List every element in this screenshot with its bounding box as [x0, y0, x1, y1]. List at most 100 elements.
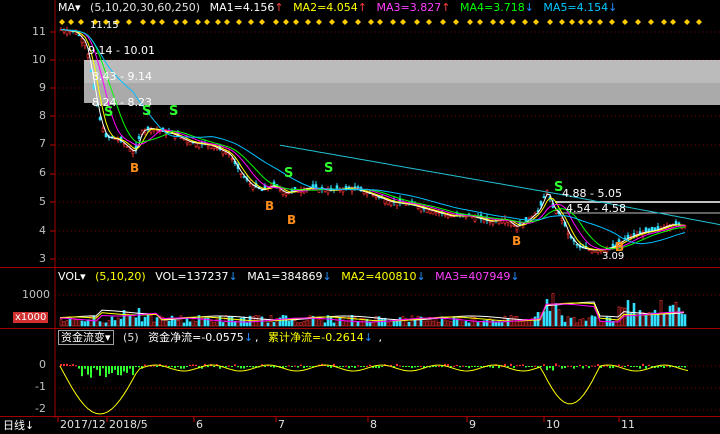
vol-y-label-top: 1000 — [22, 288, 50, 301]
candle-body — [80, 38, 84, 43]
sell-signal: S — [554, 180, 564, 195]
vol-ma3-arrow-icon: ↓ — [510, 270, 520, 283]
diamond-marker — [224, 19, 230, 25]
flow-bar — [360, 366, 362, 367]
flow-bar — [624, 366, 626, 367]
cum-flow-value: 累计净流=-0.2614 — [268, 331, 364, 344]
candle-body — [128, 148, 132, 152]
diamond-marker — [533, 19, 539, 25]
volume-bar — [62, 321, 66, 327]
diamond-marker — [490, 19, 496, 25]
stock-chart[interactable] — [0, 0, 720, 434]
period-arrow-icon: ↓ — [25, 419, 35, 432]
candle-body — [389, 201, 393, 206]
volume-bar — [554, 303, 558, 327]
volume-bar — [452, 316, 456, 327]
diamond-marker — [467, 19, 473, 25]
candle-body — [632, 233, 636, 236]
volume-bar — [293, 319, 297, 327]
x-label-10: 10 — [546, 418, 560, 431]
vol-ma2-arrow-icon: ↓ — [416, 270, 426, 283]
diamond-marker — [259, 19, 265, 25]
flow-bar — [252, 366, 254, 368]
flow-bar — [465, 366, 467, 367]
volume-bar — [542, 311, 546, 327]
candle-body — [98, 117, 102, 121]
band-8.43-9.14 — [84, 83, 720, 103]
flow-bar — [660, 366, 662, 367]
flow-bar — [558, 365, 560, 367]
volume-selector[interactable]: VOL▾ — [58, 270, 86, 283]
flow-bar — [492, 366, 494, 369]
flow-bar — [246, 366, 248, 367]
volume-bar — [272, 322, 276, 327]
flow-bar — [453, 365, 455, 367]
candle-body — [137, 136, 141, 139]
volume-bar — [665, 312, 669, 327]
volume-bar — [266, 322, 270, 327]
volume-bar — [101, 322, 105, 327]
diamond-marker — [182, 19, 188, 25]
flow-bar — [114, 366, 116, 370]
flow-bar — [231, 366, 233, 367]
volume-bar — [599, 321, 603, 327]
flow-bar — [645, 366, 647, 369]
volume-bar — [173, 319, 177, 327]
flow-bar — [612, 366, 614, 369]
flow-bar — [567, 365, 569, 367]
volume-bar — [467, 322, 471, 327]
flow-selector[interactable]: 资金流变▾ — [58, 330, 114, 345]
candle-body — [239, 173, 243, 175]
volume-bar — [194, 321, 198, 327]
flow-bar — [75, 365, 77, 367]
diamond-marker — [453, 19, 459, 25]
volume-bar — [458, 316, 462, 327]
flow-bar — [381, 366, 383, 367]
volume-bar — [662, 313, 666, 327]
candle-body — [383, 199, 387, 205]
candle-body — [326, 189, 330, 194]
flow-bar — [618, 364, 620, 366]
period-button[interactable]: 日线↓ — [3, 417, 34, 433]
flow-bar — [666, 365, 668, 367]
volume-bar — [389, 320, 393, 327]
flow-bar — [144, 364, 146, 366]
flow-bar — [228, 365, 230, 367]
buy-signal: B — [265, 199, 275, 213]
volume-legend: VOL▾ (5,10,20) VOL=137237↓ MA1=384869↓ M… — [58, 269, 526, 285]
flow-bar — [93, 366, 95, 369]
volume-bar — [422, 320, 426, 327]
volume-bar — [644, 315, 648, 327]
flow-bar — [609, 366, 611, 369]
vol-value: VOL=137237 — [155, 270, 229, 283]
flow-bar — [585, 365, 587, 367]
flow-bar — [534, 365, 536, 367]
diamond-marker — [150, 19, 156, 25]
volume-bar — [116, 317, 120, 327]
flow-bar — [474, 366, 476, 367]
candle-body — [248, 183, 252, 185]
flow-bar — [525, 366, 527, 368]
flow-bar — [300, 364, 302, 366]
flow-bar — [234, 364, 236, 366]
flow-y-label-m1: -1 — [35, 380, 46, 393]
cum-flow-arrow-icon: ↓ — [363, 331, 373, 344]
diamond-marker — [215, 19, 221, 25]
volume-bar — [296, 322, 300, 327]
flow-bar — [606, 365, 608, 367]
signal-diamonds — [59, 19, 702, 25]
flow-bar — [213, 366, 215, 367]
flow-bar — [69, 365, 71, 367]
flow-bar — [270, 366, 272, 367]
flow-bar — [189, 364, 191, 366]
volume-bar — [299, 322, 303, 327]
flow-bar — [99, 366, 101, 376]
flow-gridlines — [55, 365, 720, 411]
volume-bar — [566, 316, 570, 327]
flow-bar — [120, 366, 122, 376]
volume-bar — [464, 320, 468, 327]
diamond-marker — [248, 19, 254, 25]
flow-bar — [240, 366, 242, 369]
flow-bar — [363, 366, 365, 367]
volume-bar — [575, 322, 579, 327]
